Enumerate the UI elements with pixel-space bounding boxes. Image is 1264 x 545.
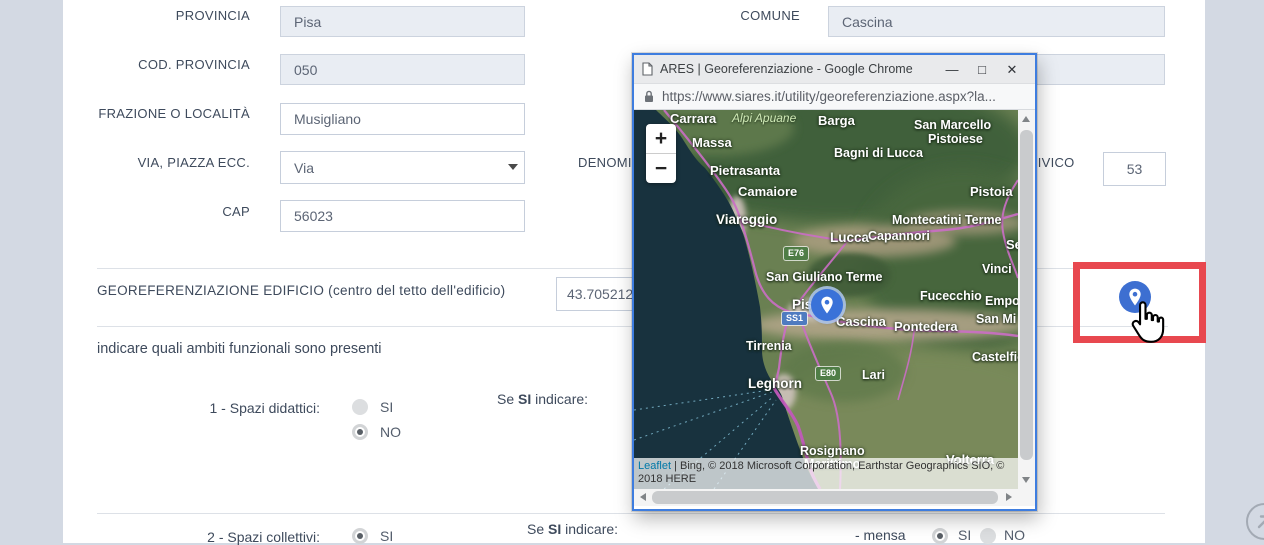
scroll-down-arrow[interactable] bbox=[1022, 477, 1030, 483]
popup-horizontal-scrollbar[interactable] bbox=[634, 489, 1018, 506]
row1-radio-si[interactable] bbox=[352, 399, 368, 415]
popup-url-bar[interactable]: https://www.siares.it/utility/georeferen… bbox=[634, 84, 1035, 110]
popup-vertical-scrollbar[interactable] bbox=[1018, 110, 1035, 489]
road-shield-e80: E80 bbox=[816, 367, 840, 380]
lock-icon bbox=[644, 90, 654, 103]
cursor-pointer-icon bbox=[1124, 301, 1166, 351]
leaflet-attribution-link[interactable]: Leaflet bbox=[638, 460, 671, 472]
maximize-button[interactable]: □ bbox=[967, 56, 997, 83]
georeferenziazione-popup-window: ARES | Georeferenziazione - Google Chrom… bbox=[632, 53, 1037, 511]
via-label: VIA, PIAZZA ECC. bbox=[80, 155, 250, 170]
close-button[interactable]: ✕ bbox=[997, 56, 1027, 83]
mensa-no-label: NO bbox=[1004, 527, 1025, 543]
frazione-label: FRAZIONE O LOCALITÀ bbox=[80, 106, 250, 121]
provincia-label: PROVINCIA bbox=[80, 8, 250, 23]
row2-note-post: indicare: bbox=[561, 521, 618, 537]
mensa-radio-no[interactable] bbox=[980, 528, 996, 544]
row1-radio-no[interactable] bbox=[352, 424, 368, 440]
map-marker[interactable] bbox=[811, 289, 843, 321]
map-attribution: Leaflet | Bing, © 2018 Microsoft Corpora… bbox=[634, 458, 1018, 489]
popup-content: CarraraAlpi ApuaneBargaSan MarcelloPisto… bbox=[634, 110, 1035, 506]
via-select[interactable]: Via bbox=[280, 151, 525, 184]
map-pin-icon bbox=[815, 293, 839, 317]
divider bbox=[97, 513, 1165, 514]
select-dropdown-arrow-icon bbox=[508, 164, 518, 170]
row1-si-label: SI bbox=[380, 399, 393, 415]
mensa-radio-si[interactable] bbox=[932, 528, 948, 544]
cap-field[interactable]: 56023 bbox=[280, 200, 525, 232]
row1-label: 1 - Spazi didattici: bbox=[100, 400, 320, 416]
road-shield-ss1: SS1 bbox=[782, 312, 807, 325]
popup-window-title: ARES | Georeferenziazione - Google Chrom… bbox=[660, 62, 937, 76]
cap-label: CAP bbox=[80, 204, 250, 219]
row2-note-pre: Se bbox=[527, 521, 548, 537]
georef-label: GEOREFERENZIAZIONE EDIFICIO (centro del … bbox=[97, 283, 567, 298]
row2-note: Se SI indicare: bbox=[527, 521, 618, 537]
popup-title-bar[interactable]: ARES | Georeferenziazione - Google Chrom… bbox=[634, 55, 1035, 84]
page-document-icon bbox=[642, 62, 653, 76]
zoom-in-button[interactable]: + bbox=[646, 124, 676, 154]
mensa-si-label: SI bbox=[958, 527, 971, 543]
map-zoom-control: + − bbox=[646, 124, 676, 183]
mensa-label: - mensa bbox=[855, 527, 906, 543]
row2-radio-si[interactable] bbox=[352, 528, 368, 544]
zoom-out-button[interactable]: − bbox=[646, 154, 676, 183]
row1-note-post: indicare: bbox=[531, 391, 588, 407]
road-shield-e76: E76 bbox=[784, 247, 808, 260]
vertical-scroll-thumb[interactable] bbox=[1020, 130, 1033, 460]
screen: PROVINCIA Pisa COD. PROVINCIA 050 FRAZIO… bbox=[0, 0, 1264, 543]
horizontal-scroll-thumb[interactable] bbox=[652, 491, 998, 504]
row2-note-bold: SI bbox=[548, 521, 561, 537]
row1-note-pre: Se bbox=[497, 391, 518, 407]
attribution-text: | Bing, © 2018 Microsoft Corporation, Ea… bbox=[638, 460, 1004, 485]
comune-label: COMUNE bbox=[690, 8, 800, 23]
row1-note-bold: SI bbox=[518, 391, 531, 407]
comune-field[interactable]: Cascina bbox=[828, 6, 1165, 37]
minimize-button[interactable]: — bbox=[937, 56, 967, 83]
leaflet-map[interactable]: CarraraAlpi ApuaneBargaSan MarcelloPisto… bbox=[634, 110, 1018, 489]
civico-label: CIVICO bbox=[1028, 155, 1088, 170]
scroll-to-top-button[interactable] bbox=[1246, 503, 1264, 540]
row2-si-label: SI bbox=[380, 528, 393, 544]
provincia-field[interactable]: Pisa bbox=[280, 6, 525, 37]
scroll-left-arrow[interactable] bbox=[640, 493, 646, 501]
row1-no-label: NO bbox=[380, 424, 401, 440]
civico-field[interactable]: 53 bbox=[1103, 152, 1166, 186]
ambiti-heading: indicare quali ambiti funzionali sono pr… bbox=[97, 341, 382, 357]
frazione-field[interactable]: Musigliano bbox=[280, 103, 525, 135]
scroll-up-arrow[interactable] bbox=[1022, 116, 1030, 122]
cod-provincia-label: COD. PROVINCIA bbox=[80, 57, 250, 72]
cod-provincia-field[interactable]: 050 bbox=[280, 54, 525, 85]
row1-note: Se SI indicare: bbox=[497, 391, 588, 407]
popup-url: https://www.siares.it/utility/georeferen… bbox=[662, 89, 996, 104]
scrollbar-corner bbox=[1018, 489, 1035, 506]
arrow-up-right-icon bbox=[1248, 505, 1264, 538]
scroll-right-arrow[interactable] bbox=[1006, 493, 1012, 501]
